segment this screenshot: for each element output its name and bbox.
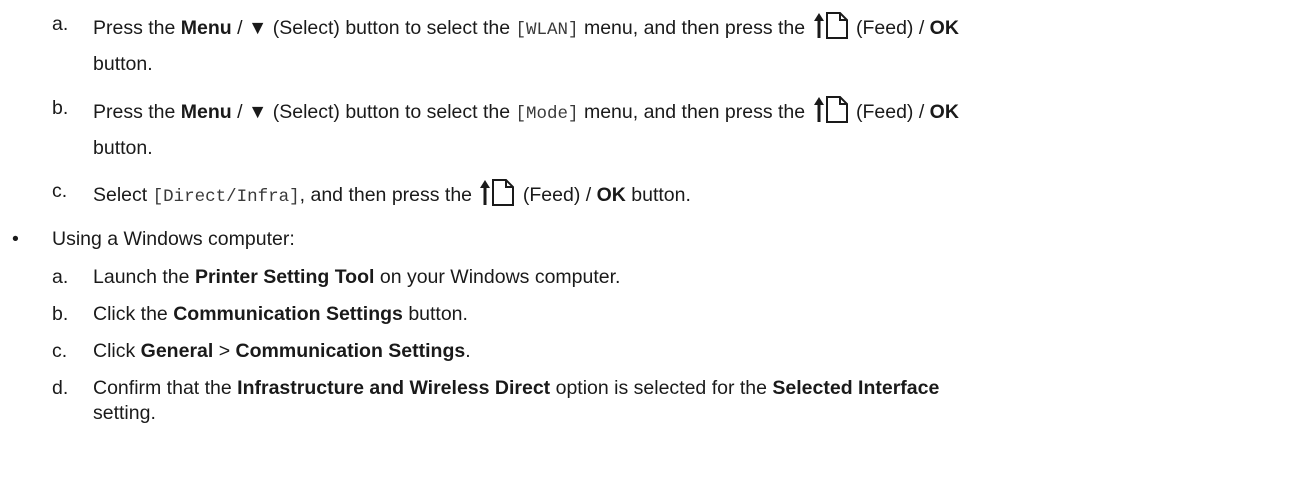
win-step-a: Launch the Printer Setting Tool on your …	[93, 264, 620, 290]
ok-button-label: OK	[929, 17, 959, 39]
step-text: on your Windows computer.	[379, 266, 621, 288]
ok-button-label: OK	[929, 101, 959, 123]
menu-button-label: Menu	[180, 101, 232, 123]
menu-item-code: [Direct/Infra]	[152, 187, 300, 207]
panel-step-a: Press the Menu / ▼ (Select) button to se…	[93, 11, 959, 43]
panel-step-b: Press the Menu / ▼ (Select) button to se…	[93, 95, 959, 127]
menu-button-label: Menu	[180, 17, 232, 39]
panel-step-c: Select [Direct/Infra], and then press th…	[93, 178, 691, 210]
step-text: Press the	[93, 101, 176, 123]
path-separator: >	[218, 340, 231, 362]
menu-item-code: [WLAN]	[515, 20, 579, 40]
communication-settings-label: Communication Settings	[173, 303, 403, 325]
select-arrow: ▼	[247, 101, 268, 123]
step-b-marker: b.	[52, 97, 69, 119]
step-text: menu, and then press the	[583, 101, 806, 123]
win-step-a-marker: a.	[52, 266, 69, 288]
step-text: menu, and then press the	[583, 17, 806, 39]
communication-settings-label: Communication Settings	[235, 340, 466, 362]
step-text: (Feed) /	[522, 184, 592, 206]
step-text: button.	[408, 303, 468, 325]
windows-heading: Using a Windows computer:	[52, 228, 295, 250]
step-text: Launch the	[93, 266, 190, 288]
feed-icon	[813, 95, 849, 123]
step-text: Click	[93, 340, 136, 362]
win-step-d: Confirm that the Infrastructure and Wire…	[93, 375, 939, 401]
general-label: General	[140, 340, 214, 362]
win-step-d-cont: setting.	[93, 400, 156, 426]
feed-icon	[479, 178, 515, 206]
step-text: (Feed) /	[855, 101, 925, 123]
step-text: , and then press the	[299, 184, 473, 206]
select-arrow: ▼	[247, 17, 268, 39]
step-text: (Select) button to select the	[272, 17, 511, 39]
step-a-marker: a.	[52, 13, 69, 35]
infrastructure-option-label: Infrastructure and Wireless Direct	[237, 377, 551, 399]
win-step-c: Click General > Communication Settings.	[93, 338, 471, 364]
win-step-d-marker: d.	[52, 377, 69, 399]
step-text: Press the	[93, 17, 176, 39]
step-text: button.	[93, 137, 153, 159]
feed-icon	[813, 11, 849, 39]
step-text: option is selected for the	[555, 377, 767, 399]
step-text: Click the	[93, 303, 168, 325]
selected-interface-label: Selected Interface	[772, 377, 940, 399]
bullet: •	[12, 228, 19, 250]
win-step-c-marker: c.	[52, 340, 68, 362]
step-c-marker: c.	[52, 180, 68, 202]
step-text: .	[465, 340, 471, 362]
win-step-b-marker: b.	[52, 303, 69, 325]
win-step-b: Click the Communication Settings button.	[93, 301, 468, 327]
step-text: button.	[631, 184, 691, 206]
step-text: Select	[93, 184, 148, 206]
panel-step-b-cont: button.	[93, 135, 153, 161]
step-text: setting.	[93, 402, 156, 424]
step-text: button.	[93, 53, 153, 75]
menu-item-code: [Mode]	[515, 104, 579, 124]
step-text: (Select) button to select the	[272, 101, 511, 123]
ok-button-label: OK	[596, 184, 626, 206]
step-text: (Feed) /	[855, 17, 925, 39]
panel-step-a-cont: button.	[93, 51, 153, 77]
step-text: Confirm that the	[93, 377, 232, 399]
printer-setting-tool-label: Printer Setting Tool	[194, 266, 375, 288]
